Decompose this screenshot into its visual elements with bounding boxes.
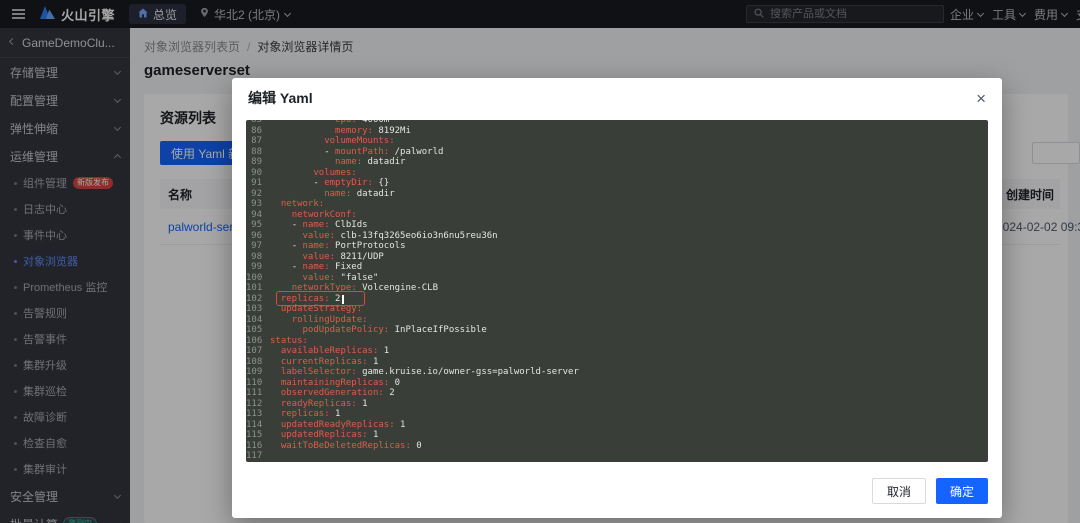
line-number: 105 (246, 325, 270, 336)
yaml-editor[interactable]: 85 cpu: 4000m86 memory: 8192Mi87 volumeM… (246, 120, 988, 462)
line-number: 86 (246, 126, 270, 137)
line-number: 104 (246, 315, 270, 326)
yaml-line-97[interactable]: 97 - name: PortProtocols (246, 241, 988, 252)
yaml-line-90[interactable]: 90 volumes: (246, 168, 988, 179)
yaml-line-107[interactable]: 107 availableReplicas: 1 (246, 346, 988, 357)
yaml-line-110[interactable]: 110 maintainingReplicas: 0 (246, 378, 988, 389)
line-number: 100 (246, 273, 270, 284)
line-number: 106 (246, 336, 270, 347)
line-number: 101 (246, 283, 270, 294)
line-number: 95 (246, 220, 270, 231)
line-number: 116 (246, 441, 270, 452)
yaml-line-113[interactable]: 113 replicas: 1 (246, 409, 988, 420)
yaml-line-93[interactable]: 93 network: (246, 199, 988, 210)
line-number: 109 (246, 367, 270, 378)
close-icon[interactable]: × (976, 90, 986, 107)
yaml-line-86[interactable]: 86 memory: 8192Mi (246, 126, 988, 137)
line-number: 107 (246, 346, 270, 357)
yaml-line-117[interactable]: 117 (246, 451, 988, 462)
yaml-line-98[interactable]: 98 value: 8211/UDP (246, 252, 988, 263)
modal-footer: 取消 确定 (232, 464, 1002, 518)
yaml-line-99[interactable]: 99 - name: Fixed (246, 262, 988, 273)
line-number: 110 (246, 378, 270, 389)
confirm-button[interactable]: 确定 (936, 478, 988, 504)
line-number: 97 (246, 241, 270, 252)
yaml-line-109[interactable]: 109 labelSelector: game.kruise.io/owner-… (246, 367, 988, 378)
line-number: 87 (246, 136, 270, 147)
edit-yaml-modal: 编辑 Yaml × 85 cpu: 4000m86 memory: 8192Mi… (232, 78, 1002, 518)
line-number: 108 (246, 357, 270, 368)
yaml-line-111[interactable]: 111 observedGeneration: 2 (246, 388, 988, 399)
yaml-line-91[interactable]: 91 - emptyDir: {} (246, 178, 988, 189)
modal-title: 编辑 Yaml (248, 88, 976, 108)
line-number: 96 (246, 231, 270, 242)
yaml-line-106[interactable]: 106status: (246, 336, 988, 347)
yaml-line-108[interactable]: 108 currentReplicas: 1 (246, 357, 988, 368)
line-number: 103 (246, 304, 270, 315)
line-number: 89 (246, 157, 270, 168)
yaml-line-114[interactable]: 114 updatedReadyReplicas: 1 (246, 420, 988, 431)
line-number: 113 (246, 409, 270, 420)
yaml-line-112[interactable]: 112 readyReplicas: 1 (246, 399, 988, 410)
line-number: 94 (246, 210, 270, 221)
line-number: 99 (246, 262, 270, 273)
yaml-line-95[interactable]: 95 - name: ClbIds (246, 220, 988, 231)
yaml-code: 85 cpu: 4000m86 memory: 8192Mi87 volumeM… (246, 120, 988, 462)
line-number: 92 (246, 189, 270, 200)
yaml-line-96[interactable]: 96 value: clb-13fq3265eo6io3n6nu5reu36n (246, 231, 988, 242)
yaml-line-101[interactable]: 101 networkType: Volcengine-CLB (246, 283, 988, 294)
text-cursor (342, 295, 344, 304)
yaml-line-102[interactable]: 102 replicas: 2 (246, 294, 988, 305)
cancel-button[interactable]: 取消 (872, 478, 926, 504)
yaml-line-105[interactable]: 105 podUpdatePolicy: InPlaceIfPossible (246, 325, 988, 336)
line-number: 90 (246, 168, 270, 179)
yaml-line-92[interactable]: 92 name: datadir (246, 189, 988, 200)
yaml-line-104[interactable]: 104 rollingUpdate: (246, 315, 988, 326)
line-number: 98 (246, 252, 270, 263)
line-number: 88 (246, 147, 270, 158)
line-number: 117 (246, 451, 270, 462)
modal-header: 编辑 Yaml × (232, 78, 1002, 118)
yaml-line-100[interactable]: 100 value: "false" (246, 273, 988, 284)
yaml-line-94[interactable]: 94 networkConf: (246, 210, 988, 221)
line-number: 112 (246, 399, 270, 410)
line-number: 111 (246, 388, 270, 399)
yaml-line-87[interactable]: 87 volumeMounts: (246, 136, 988, 147)
yaml-line-115[interactable]: 115 updatedReplicas: 1 (246, 430, 988, 441)
modal-body: 85 cpu: 4000m86 memory: 8192Mi87 volumeM… (232, 118, 1002, 464)
screen: 火山引擎 总览 华北2 (北京) 企业工具费用支持 (0, 0, 1080, 523)
line-number: 102 (246, 294, 270, 305)
annotated-yaml-segment: replicas: 2 (281, 294, 345, 304)
yaml-line-103[interactable]: 103 updateStrategy: (246, 304, 988, 315)
yaml-line-89[interactable]: 89 name: datadir (246, 157, 988, 168)
yaml-line-88[interactable]: 88 - mountPath: /palworld (246, 147, 988, 158)
line-number: 115 (246, 430, 270, 441)
line-number: 91 (246, 178, 270, 189)
line-number: 114 (246, 420, 270, 431)
line-number: 93 (246, 199, 270, 210)
yaml-line-116[interactable]: 116 waitToBeDeletedReplicas: 0 (246, 441, 988, 452)
